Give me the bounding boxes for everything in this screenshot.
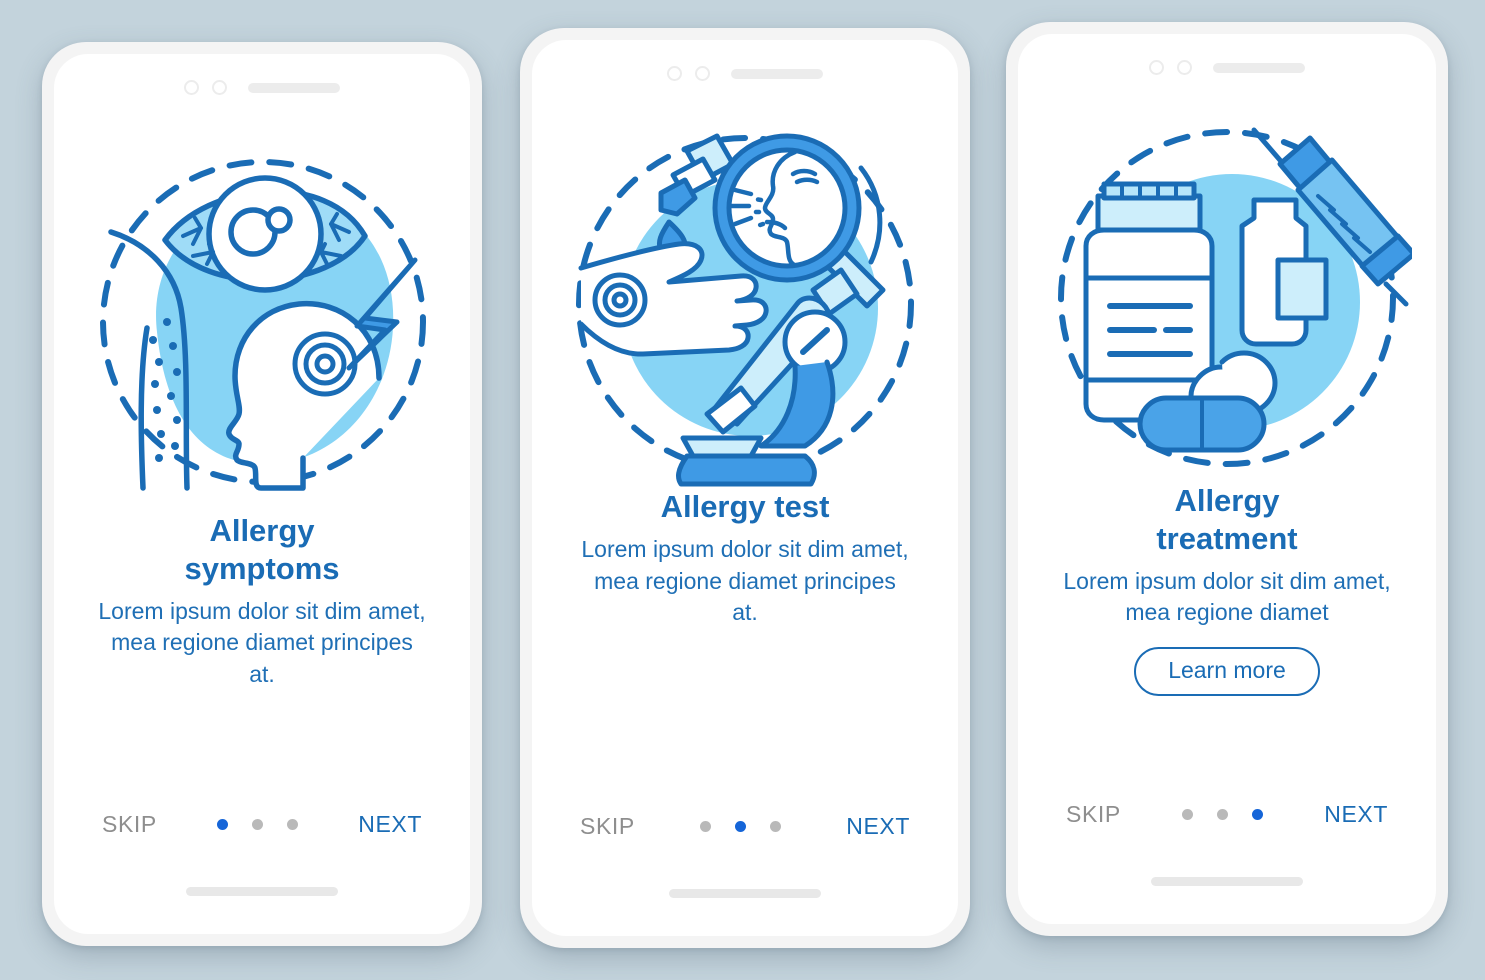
pagination-dot-1[interactable] bbox=[217, 819, 229, 830]
page-title: Allergy treatment bbox=[1156, 483, 1298, 556]
camera-ring-icon bbox=[1149, 60, 1164, 75]
allergy-treatment-svg bbox=[1058, 127, 1412, 467]
onboarding-screens-stage: Allergy symptoms Lorem ipsum dolor sit d… bbox=[0, 0, 1485, 980]
speaker-bar-icon bbox=[1213, 62, 1305, 73]
pagination-dot-2[interactable] bbox=[1217, 809, 1229, 820]
learn-more-button[interactable]: Learn more bbox=[1134, 647, 1320, 697]
skip-button[interactable]: SKIP bbox=[1066, 801, 1121, 828]
skip-button[interactable]: SKIP bbox=[580, 813, 635, 840]
page-subtitle: Lorem ipsum dolor sit dim amet, mea regi… bbox=[98, 597, 426, 688]
page-subtitle: Lorem ipsum dolor sit dim amet, mea regi… bbox=[1063, 567, 1391, 626]
allergy-treatment-illustration bbox=[1018, 112, 1436, 482]
pagination-dots bbox=[1182, 809, 1264, 820]
screen-allergy-symptoms: Allergy symptoms Lorem ipsum dolor sit d… bbox=[54, 54, 470, 934]
pagination-dot-2[interactable] bbox=[252, 819, 264, 830]
onboarding-footer-2: SKIP NEXT bbox=[532, 813, 958, 840]
head-profile-icon bbox=[226, 300, 382, 491]
pagination-dot-3[interactable] bbox=[1252, 809, 1264, 820]
allergy-test-svg bbox=[576, 133, 914, 487]
home-indicator-bar bbox=[1151, 877, 1303, 886]
pagination-dot-3[interactable] bbox=[770, 821, 782, 832]
sensor-ring-icon bbox=[1177, 60, 1192, 75]
phone-frame-2: Allergy test Lorem ipsum dolor sit dim a… bbox=[520, 28, 970, 948]
onboarding-footer-3: SKIP NEXT bbox=[1018, 801, 1436, 828]
speaker-bar-icon bbox=[248, 82, 340, 93]
pagination-dot-3[interactable] bbox=[287, 819, 299, 830]
allergy-symptoms-illustration bbox=[54, 132, 470, 512]
phone-top-chrome-1 bbox=[54, 80, 470, 95]
pagination-dots bbox=[217, 819, 299, 830]
camera-ring-icon bbox=[667, 66, 682, 81]
pagination-dots bbox=[700, 821, 782, 832]
allergy-test-illustration bbox=[532, 118, 958, 488]
screen-allergy-treatment: Allergy treatment Lorem ipsum dolor sit … bbox=[1018, 34, 1436, 924]
sensor-ring-icon bbox=[212, 80, 227, 95]
phone-frame-3: Allergy treatment Lorem ipsum dolor sit … bbox=[1006, 22, 1448, 936]
onboarding-footer-1: SKIP NEXT bbox=[54, 811, 470, 838]
sneeze-arc-icon bbox=[858, 165, 883, 265]
home-indicator-bar bbox=[669, 889, 821, 898]
phone-top-chrome-2 bbox=[532, 66, 958, 81]
next-button[interactable]: NEXT bbox=[846, 813, 910, 840]
phone-frame-1: Allergy symptoms Lorem ipsum dolor sit d… bbox=[42, 42, 482, 946]
speaker-bar-icon bbox=[731, 68, 823, 79]
screen-allergy-test: Allergy test Lorem ipsum dolor sit dim a… bbox=[532, 40, 958, 936]
phone-top-chrome-3 bbox=[1018, 60, 1436, 75]
page-subtitle: Lorem ipsum dolor sit dim amet, mea regi… bbox=[581, 535, 909, 626]
pagination-dot-1[interactable] bbox=[1182, 809, 1194, 820]
next-button[interactable]: NEXT bbox=[358, 811, 422, 838]
home-indicator-bar bbox=[186, 887, 338, 896]
page-title: Allergy test bbox=[660, 489, 830, 524]
page-title: Allergy symptoms bbox=[184, 513, 340, 586]
pagination-dot-1[interactable] bbox=[700, 821, 712, 832]
skip-button[interactable]: SKIP bbox=[102, 811, 157, 838]
next-button[interactable]: NEXT bbox=[1324, 801, 1388, 828]
camera-ring-icon bbox=[184, 80, 199, 95]
allergy-symptoms-svg bbox=[100, 159, 426, 491]
sensor-ring-icon bbox=[695, 66, 710, 81]
pagination-dot-2[interactable] bbox=[735, 821, 747, 832]
